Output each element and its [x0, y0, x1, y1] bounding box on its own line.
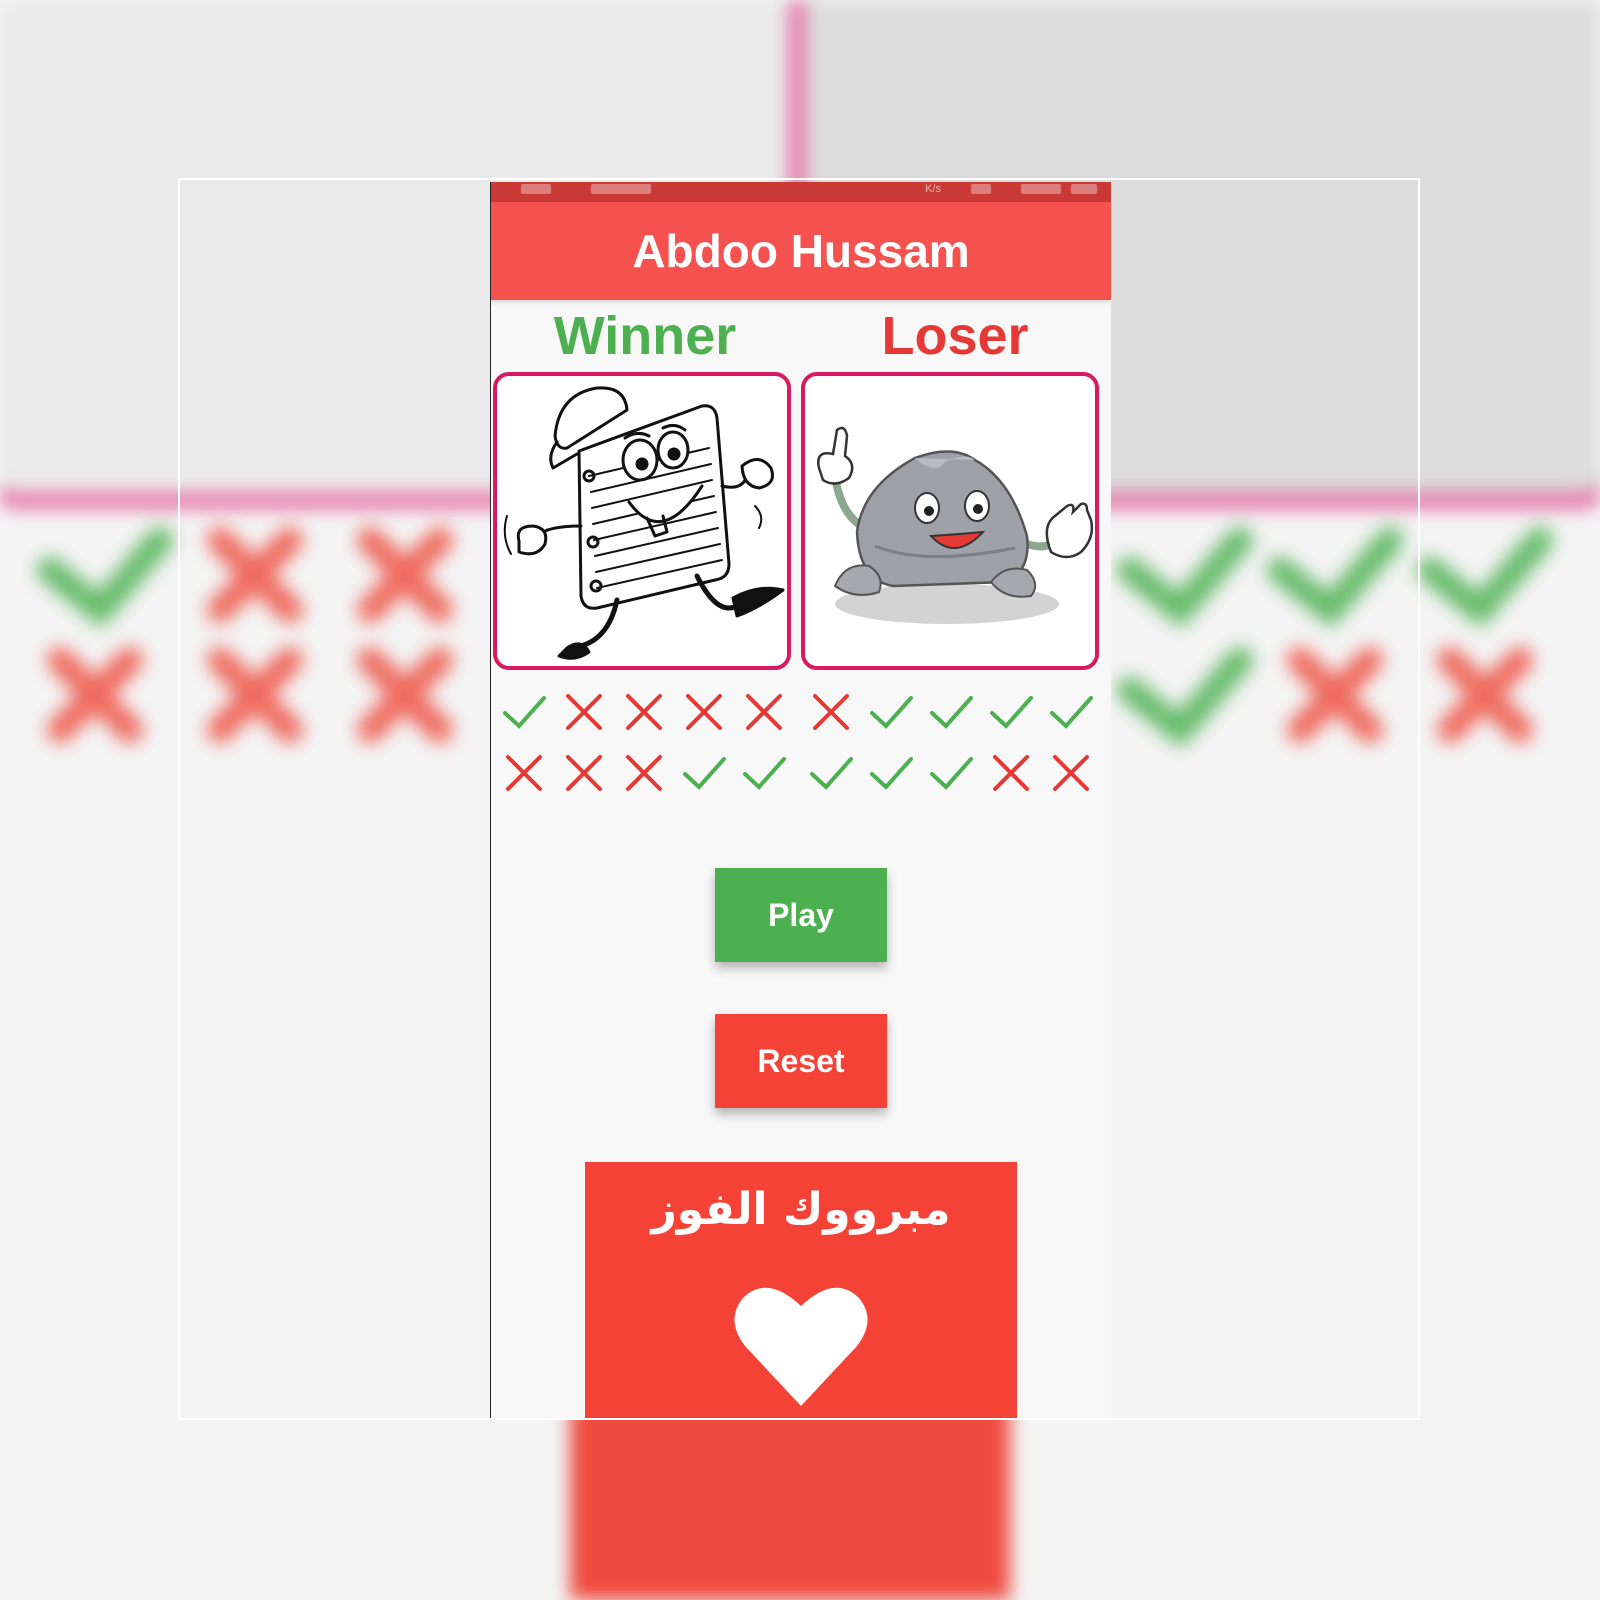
- cross-icon: [813, 694, 849, 730]
- battery-icon: [1071, 184, 1097, 194]
- cross-icon: [746, 694, 782, 730]
- notification-icons: [591, 184, 651, 194]
- winner-label: Winner: [553, 306, 737, 366]
- winner-card[interactable]: [493, 372, 791, 670]
- status-bar: K/s: [491, 182, 1111, 202]
- heart-icon: [734, 1287, 868, 1406]
- play-button[interactable]: Play: [715, 868, 887, 962]
- rock-character-image: [817, 426, 1094, 624]
- reset-button[interactable]: Reset: [715, 1014, 887, 1108]
- signal-icon: [1021, 184, 1061, 194]
- cross-icon: [1053, 755, 1089, 791]
- cross-icon: [626, 755, 662, 791]
- check-icon: [1050, 696, 1093, 729]
- check-icon: [870, 757, 913, 790]
- cross-icon: [626, 694, 662, 730]
- check-icon: [743, 757, 786, 790]
- check-icon: [810, 757, 853, 790]
- wifi-icon: [971, 184, 991, 194]
- notification-icons: [521, 184, 551, 194]
- notebook-character-image: [503, 386, 785, 660]
- cross-icon: [566, 755, 602, 791]
- check-icon: [990, 696, 1033, 729]
- cross-icon: [686, 694, 722, 730]
- network-speed: K/s: [925, 183, 941, 195]
- cross-icon: [566, 694, 602, 730]
- app-bar: Abdoo Hussam: [491, 202, 1111, 300]
- win-banner: مبرووك الفوز: [585, 1162, 1017, 1418]
- win-message: مبرووك الفوز: [651, 1184, 951, 1235]
- check-icon: [930, 757, 973, 790]
- check-icon: [930, 696, 973, 729]
- cross-icon: [506, 755, 542, 791]
- cross-icon: [993, 755, 1029, 791]
- app-title: Abdoo Hussam: [632, 225, 970, 277]
- loser-label: Loser: [881, 306, 1029, 366]
- check-icon: [503, 696, 546, 729]
- loser-card[interactable]: [801, 372, 1099, 670]
- check-icon: [683, 757, 726, 790]
- check-icon: [870, 696, 913, 729]
- phone-screen: K/s Abdoo Hussam Winner Loser Play Reset…: [490, 182, 1111, 1418]
